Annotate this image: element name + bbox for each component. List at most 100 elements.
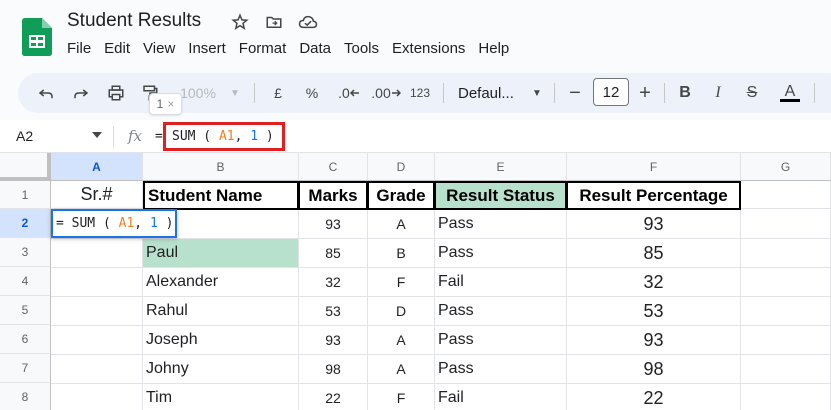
name-box-dropdown-icon[interactable] — [92, 132, 102, 138]
empty-cell[interactable] — [51, 384, 143, 410]
cell-marks[interactable]: 32 — [299, 268, 368, 297]
cell-marks[interactable]: 22 — [299, 384, 368, 410]
cell-status[interactable]: Fail — [435, 268, 567, 297]
cell-status[interactable]: Pass — [435, 326, 567, 355]
cell-name[interactable]: Paul — [143, 239, 299, 268]
empty-cell[interactable] — [741, 384, 831, 410]
header-cell-student-name[interactable]: Student Name — [143, 181, 299, 210]
cell-status[interactable]: Pass — [435, 355, 567, 384]
menu-file[interactable]: File — [67, 40, 91, 57]
cloud-saved-icon[interactable] — [298, 12, 318, 32]
empty-cell[interactable] — [51, 297, 143, 326]
row-header-1[interactable]: 1 — [0, 181, 51, 209]
cell-name[interactable]: Alexander — [143, 268, 299, 297]
empty-cell[interactable] — [51, 326, 143, 355]
cell-pct[interactable]: 32 — [567, 268, 741, 297]
header-cell-grade[interactable]: Grade — [367, 181, 435, 210]
row-header-5[interactable]: 5 — [0, 296, 51, 325]
menu-data[interactable]: Data — [299, 40, 331, 57]
strikethrough-button[interactable]: S — [742, 81, 762, 105]
cell-name[interactable]: Tim — [143, 384, 299, 410]
cell-name[interactable]: Joseph — [143, 326, 299, 355]
cell-name[interactable]: Rahul — [143, 297, 299, 326]
header-cell-result-percentage[interactable]: Result Percentage — [566, 181, 741, 210]
cell-grade[interactable]: A — [368, 210, 435, 239]
cell-pct[interactable]: 53 — [567, 297, 741, 326]
menu-help[interactable]: Help — [478, 40, 509, 57]
zoom-chevron-down-icon[interactable]: ▼ — [228, 81, 242, 105]
cell-grade[interactable]: D — [368, 297, 435, 326]
decrease-decimal-button[interactable]: .0 — [334, 81, 364, 105]
currency-format-button[interactable]: £ — [268, 81, 288, 105]
cell-grade[interactable]: F — [368, 384, 435, 410]
cell-marks[interactable]: 98 — [299, 355, 368, 384]
cell-marks[interactable]: 93 — [299, 326, 368, 355]
sheets-logo-icon[interactable] — [22, 18, 52, 56]
formula-input[interactable]: SUM ( A1, 1 ) — [163, 122, 285, 151]
font-size-input[interactable]: 12 — [593, 78, 629, 106]
move-folder-icon[interactable] — [264, 12, 284, 32]
cell-status[interactable]: Fail — [435, 384, 567, 410]
italic-button[interactable]: I — [708, 81, 728, 105]
decrease-font-size-icon[interactable]: − — [565, 81, 585, 105]
zoom-select[interactable]: 100% — [176, 81, 220, 105]
column-header-a[interactable]: A — [51, 153, 143, 181]
empty-cell[interactable] — [741, 297, 831, 326]
tooltip-close-icon[interactable]: × — [167, 97, 174, 111]
text-color-button[interactable]: A — [778, 81, 802, 105]
font-family-select[interactable]: Defaul... — [458, 81, 522, 105]
column-header-c[interactable]: C — [299, 153, 368, 181]
cell-marks[interactable]: 53 — [299, 297, 368, 326]
header-cell-result-status[interactable]: Result Status — [434, 181, 567, 210]
empty-cell[interactable] — [741, 239, 831, 268]
column-header-d[interactable]: D — [368, 153, 435, 181]
empty-cell[interactable] — [741, 268, 831, 297]
cell-pct[interactable]: 22 — [567, 384, 741, 410]
empty-cell[interactable] — [741, 210, 831, 239]
menu-extensions[interactable]: Extensions — [392, 40, 465, 57]
column-header-e[interactable]: E — [435, 153, 567, 181]
document-title[interactable]: Student Results — [67, 10, 201, 32]
percent-format-button[interactable]: % — [302, 81, 322, 105]
row-header-2[interactable]: 2 — [0, 209, 51, 238]
cell-grade[interactable]: A — [368, 326, 435, 355]
row-header-7[interactable]: 7 — [0, 354, 51, 383]
redo-icon[interactable] — [69, 81, 93, 105]
row-header-6[interactable]: 6 — [0, 325, 51, 354]
empty-cell[interactable] — [741, 326, 831, 355]
row-header-4[interactable]: 4 — [0, 267, 51, 296]
star-icon[interactable] — [230, 12, 250, 32]
cell-pct[interactable]: 98 — [567, 355, 741, 384]
empty-cell[interactable] — [741, 181, 831, 209]
cell-status[interactable]: Pass — [435, 210, 567, 239]
row-header-3[interactable]: 3 — [0, 238, 51, 267]
empty-cell[interactable] — [51, 355, 143, 384]
bold-button[interactable]: B — [675, 81, 695, 105]
header-cell-marks[interactable]: Marks — [298, 181, 368, 210]
increase-decimal-button[interactable]: .00 — [370, 81, 402, 105]
cell-pct[interactable]: 85 — [567, 239, 741, 268]
cell-marks[interactable]: 93 — [299, 210, 368, 239]
number-format-button[interactable]: 123 — [406, 81, 434, 105]
name-box[interactable]: A2 — [16, 128, 33, 144]
column-header-g[interactable]: G — [741, 153, 831, 181]
column-header-b[interactable]: B — [143, 153, 299, 181]
menu-tools[interactable]: Tools — [344, 40, 379, 57]
cell-status[interactable]: Pass — [435, 297, 567, 326]
increase-font-size-icon[interactable]: + — [635, 81, 655, 105]
cell-pct[interactable]: 93 — [567, 210, 741, 239]
cell-grade[interactable]: A — [368, 355, 435, 384]
cell-pct[interactable]: 93 — [567, 326, 741, 355]
font-chevron-down-icon[interactable]: ▼ — [530, 81, 544, 105]
header-cell-sr[interactable]: Sr.# — [51, 181, 143, 209]
cell-marks[interactable]: 85 — [299, 239, 368, 268]
menu-format[interactable]: Format — [239, 40, 287, 57]
row-header-8[interactable]: 8 — [0, 383, 51, 410]
empty-cell[interactable] — [51, 239, 143, 268]
menu-insert[interactable]: Insert — [188, 40, 226, 57]
cell-editor[interactable]: = SUM ( A1, 1 ) — [51, 209, 177, 238]
cell-grade[interactable]: B — [368, 239, 435, 268]
undo-icon[interactable] — [34, 81, 58, 105]
empty-cell[interactable] — [51, 268, 143, 297]
print-icon[interactable] — [104, 81, 128, 105]
